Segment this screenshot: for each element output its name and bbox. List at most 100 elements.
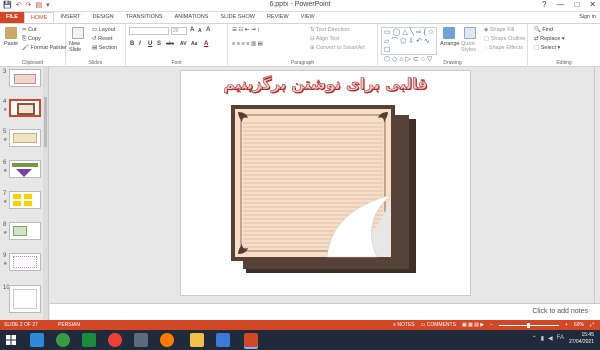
title-bar: 💾 ↶ ↷ ▤ ▾ 6.pptx - PowerPoint ? — □ ✕: [0, 0, 600, 12]
thumb-number: 6: [3, 160, 7, 166]
font-name-input[interactable]: [129, 27, 169, 35]
align-text-button[interactable]: ⊟ Align Text: [310, 36, 340, 42]
slide-thumbnail-10[interactable]: [9, 285, 41, 313]
windows-taskbar: ⌃ ▮ ◀ FA 15:45 27/04/2021: [0, 330, 600, 350]
arrange-button[interactable]: Arrange: [440, 41, 460, 47]
font-color-button[interactable]: A: [204, 41, 208, 47]
system-tray[interactable]: ⌃ ▮ ◀ FA: [532, 335, 564, 342]
bold-button[interactable]: B: [130, 41, 134, 47]
tab-transitions[interactable]: TRANSITIONS: [120, 12, 169, 23]
slide-thumbnail-pane: 3 4 ★ 5 ★ 6 ★ 7 ★ 8 ★ 9 ★ 10: [0, 67, 49, 320]
slide-thumbnail-7[interactable]: [9, 191, 41, 209]
close-button[interactable]: ✕: [589, 0, 596, 9]
slide-canvas[interactable]: قالبی برای نوشتن برگزینیم: [180, 70, 471, 296]
slide-thumbnail-8[interactable]: [9, 222, 41, 240]
font-group: 20 A A A B I U S abc AV Aa A Font: [126, 24, 228, 67]
italic-button[interactable]: I: [139, 41, 141, 47]
shape-effects-button[interactable]: ◌ Shape Effects: [484, 45, 523, 51]
fit-slide-icon[interactable]: ⤢: [590, 320, 594, 330]
explorer-window-icon[interactable]: [134, 333, 148, 347]
telegram-icon[interactable]: [30, 333, 44, 347]
zoom-level[interactable]: 69%: [574, 320, 584, 330]
format-painter-button[interactable]: 🖌 Format Painter: [22, 45, 67, 51]
copy-button[interactable]: ⎘ Copy: [22, 36, 41, 43]
paste-button[interactable]: Paste: [4, 41, 18, 47]
chrome-icon[interactable]: [108, 333, 122, 347]
grow-font-icon[interactable]: A: [190, 27, 194, 33]
slide-thumbnail-5[interactable]: [9, 129, 41, 147]
powerpoint-icon[interactable]: [244, 333, 258, 347]
edge-icon[interactable]: [82, 333, 96, 347]
window-controls: ? — □ ✕: [542, 0, 596, 9]
font-label: Font: [171, 60, 182, 66]
slide-thumbnail-9[interactable]: [9, 253, 41, 271]
language-indicator[interactable]: PERSIAN: [58, 320, 80, 330]
app-icon[interactable]: [56, 333, 70, 347]
new-slide-icon[interactable]: [72, 27, 84, 39]
file-explorer-icon[interactable]: [190, 333, 204, 347]
shapes-gallery[interactable]: ▭ ◯ △ ╲ ⇨ { ☆ ▱ ⌒ ⬠ ⇩ ↶ ∿ ☐ ⬡ ◇ ⌂ ▷ ⊂ ○ ▽: [381, 27, 437, 63]
convert-smartart-button[interactable]: ⊞ Convert to SmartArt: [310, 45, 365, 51]
sign-in-link[interactable]: Sign in: [579, 12, 596, 23]
clear-format-icon[interactable]: A: [206, 27, 210, 33]
shape-fill-button[interactable]: ◆ Shape Fill: [484, 27, 514, 33]
slide-scrollbar[interactable]: [594, 67, 600, 303]
start-button[interactable]: [0, 330, 22, 350]
view-buttons[interactable]: ▣ ▦ ▤ ▶: [462, 320, 484, 330]
comments-button[interactable]: ▭ COMMENTS: [421, 320, 456, 330]
slide-thumbnail-6[interactable]: [9, 160, 41, 178]
shrink-font-icon[interactable]: A: [198, 28, 202, 34]
clock[interactable]: 15:45 27/04/2021: [569, 332, 594, 346]
align-icons[interactable]: ≡ ≡ ≡ ≡ ▥ ▤: [232, 41, 263, 47]
find-button[interactable]: 🔍 Find: [534, 27, 553, 33]
layout-button[interactable]: ▭ Layout: [92, 27, 115, 33]
shape-outline-button[interactable]: ▢ Shape Outline: [484, 36, 526, 42]
thumbnail-scrollbar[interactable]: [43, 67, 48, 320]
new-slide-button[interactable]: New Slide: [69, 41, 91, 53]
tab-file[interactable]: FILE: [0, 12, 24, 23]
reset-button[interactable]: ↺ Reset: [92, 36, 113, 42]
zoom-slider[interactable]: [499, 322, 560, 328]
underline-button[interactable]: U: [148, 41, 152, 47]
slide-thumbnail-3[interactable]: [9, 69, 41, 87]
tab-view[interactable]: VIEW: [295, 12, 321, 23]
notes-pane[interactable]: Click to add notes: [50, 303, 600, 320]
tab-slide-show[interactable]: SLIDE SHOW: [214, 12, 261, 23]
notebook-paper-image[interactable]: [181, 71, 472, 297]
tab-design[interactable]: DESIGN: [87, 12, 120, 23]
change-case-button[interactable]: Aa: [191, 41, 197, 47]
maximize-button[interactable]: □: [574, 0, 579, 9]
tab-review[interactable]: REVIEW: [261, 12, 295, 23]
select-button[interactable]: ⬚ Select ▾: [534, 45, 560, 51]
char-spacing-button[interactable]: AV: [180, 41, 187, 47]
editing-group: 🔍 Find ⇄ Replace ▾ ⬚ Select ▾ Editing: [528, 24, 600, 67]
thumb-number: 4: [3, 99, 7, 105]
minimize-button[interactable]: —: [556, 0, 564, 9]
text-direction-button[interactable]: ⇅ Text Direction: [310, 27, 349, 33]
help-button[interactable]: ?: [542, 0, 546, 9]
firefox-icon[interactable]: [160, 333, 174, 347]
ribbon-tabs: FILE HOME INSERT DESIGN TRANSITIONS ANIM…: [0, 12, 600, 23]
slide-thumbnail-4[interactable]: [9, 99, 41, 117]
slides-group: New Slide ▭ Layout ↺ Reset ▤ Section Sli…: [66, 24, 126, 67]
replace-button[interactable]: ⇄ Replace ▾: [534, 36, 565, 42]
paste-icon[interactable]: [5, 27, 17, 39]
quick-styles-icon[interactable]: [464, 27, 476, 39]
shadow-button[interactable]: S: [157, 41, 161, 47]
arrange-icon[interactable]: [443, 27, 455, 39]
font-size-input[interactable]: 20: [171, 27, 187, 35]
media-player-icon[interactable]: [216, 333, 230, 347]
animation-star-icon: ★: [3, 137, 8, 143]
cut-button[interactable]: ✂ Cut: [22, 27, 37, 33]
quick-styles-button[interactable]: Quick Styles: [461, 41, 481, 53]
zoom-out-button[interactable]: −: [490, 320, 493, 330]
clock-time: 15:45: [581, 332, 594, 338]
zoom-in-button[interactable]: +: [565, 320, 568, 330]
strikethrough-button[interactable]: abc: [166, 41, 174, 47]
section-button[interactable]: ▤ Section: [92, 45, 117, 51]
tab-animations[interactable]: ANIMATIONS: [169, 12, 215, 23]
bullets-icon[interactable]: ☰ ☷ ⇤ ⇥ ↕: [232, 27, 260, 33]
notes-button[interactable]: ≡ NOTES: [393, 320, 415, 330]
tab-home[interactable]: HOME: [23, 12, 55, 23]
tab-insert[interactable]: INSERT: [54, 12, 86, 23]
